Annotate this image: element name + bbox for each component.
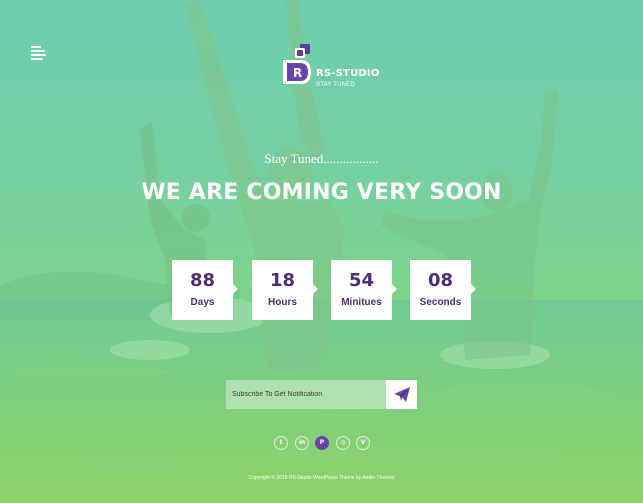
- linkedin-icon[interactable]: in: [295, 436, 309, 450]
- countdown-days-label: Days: [190, 297, 215, 308]
- countdown-pointer: [313, 284, 318, 294]
- countdown-seconds: 08 Seconds: [410, 260, 476, 320]
- twitter-icon[interactable]: t: [274, 436, 288, 450]
- countdown-pointer: [392, 284, 397, 294]
- countdown-hours-label: Hours: [268, 297, 297, 308]
- countdown-minutes-value: 54: [348, 270, 375, 291]
- countdown-days-value: 88: [189, 270, 216, 291]
- vimeo-icon[interactable]: V: [356, 436, 370, 450]
- hamburger-menu-icon[interactable]: [31, 46, 46, 61]
- instagram-icon[interactable]: ◎: [336, 436, 350, 450]
- brand-logo-letter: R: [293, 66, 302, 80]
- brand[interactable]: R RS-STUDIO STAY TUNED: [283, 44, 383, 100]
- copyright-text: Copyright © 2018 RS-Studio WordPress The…: [248, 475, 395, 481]
- brand-name: RS-STUDIO: [316, 68, 380, 79]
- countdown-seconds-value: 08: [427, 270, 454, 291]
- subscribe-form: [226, 380, 417, 409]
- subscribe-email-input[interactable]: [226, 380, 386, 409]
- countdown-pointer: [233, 284, 238, 294]
- social-links: t in P ◎ V: [274, 436, 374, 450]
- page-headline: WE ARE COMING VERY SOON: [141, 180, 502, 205]
- paper-plane-icon: [394, 387, 410, 402]
- countdown-days: 88 Days: [172, 260, 238, 320]
- brand-logo-icon: R: [283, 44, 311, 84]
- subscribe-submit-button[interactable]: [386, 380, 417, 409]
- countdown-hours: 18 Hours: [252, 260, 318, 320]
- countdown-pointer: [471, 284, 476, 294]
- brand-tagline: STAY TUNED: [316, 82, 355, 88]
- countdown-minutes: 54 Minitues: [331, 260, 397, 320]
- pinterest-icon[interactable]: P: [315, 436, 329, 450]
- stay-tuned-text: Stay Tuned.................: [264, 151, 379, 166]
- countdown-seconds-label: Seconds: [419, 297, 462, 308]
- countdown-hours-value: 18: [269, 270, 296, 291]
- countdown-minutes-label: Minitues: [341, 297, 382, 308]
- coming-soon-page: R RS-STUDIO STAY TUNED Stay Tuned.......…: [0, 0, 643, 503]
